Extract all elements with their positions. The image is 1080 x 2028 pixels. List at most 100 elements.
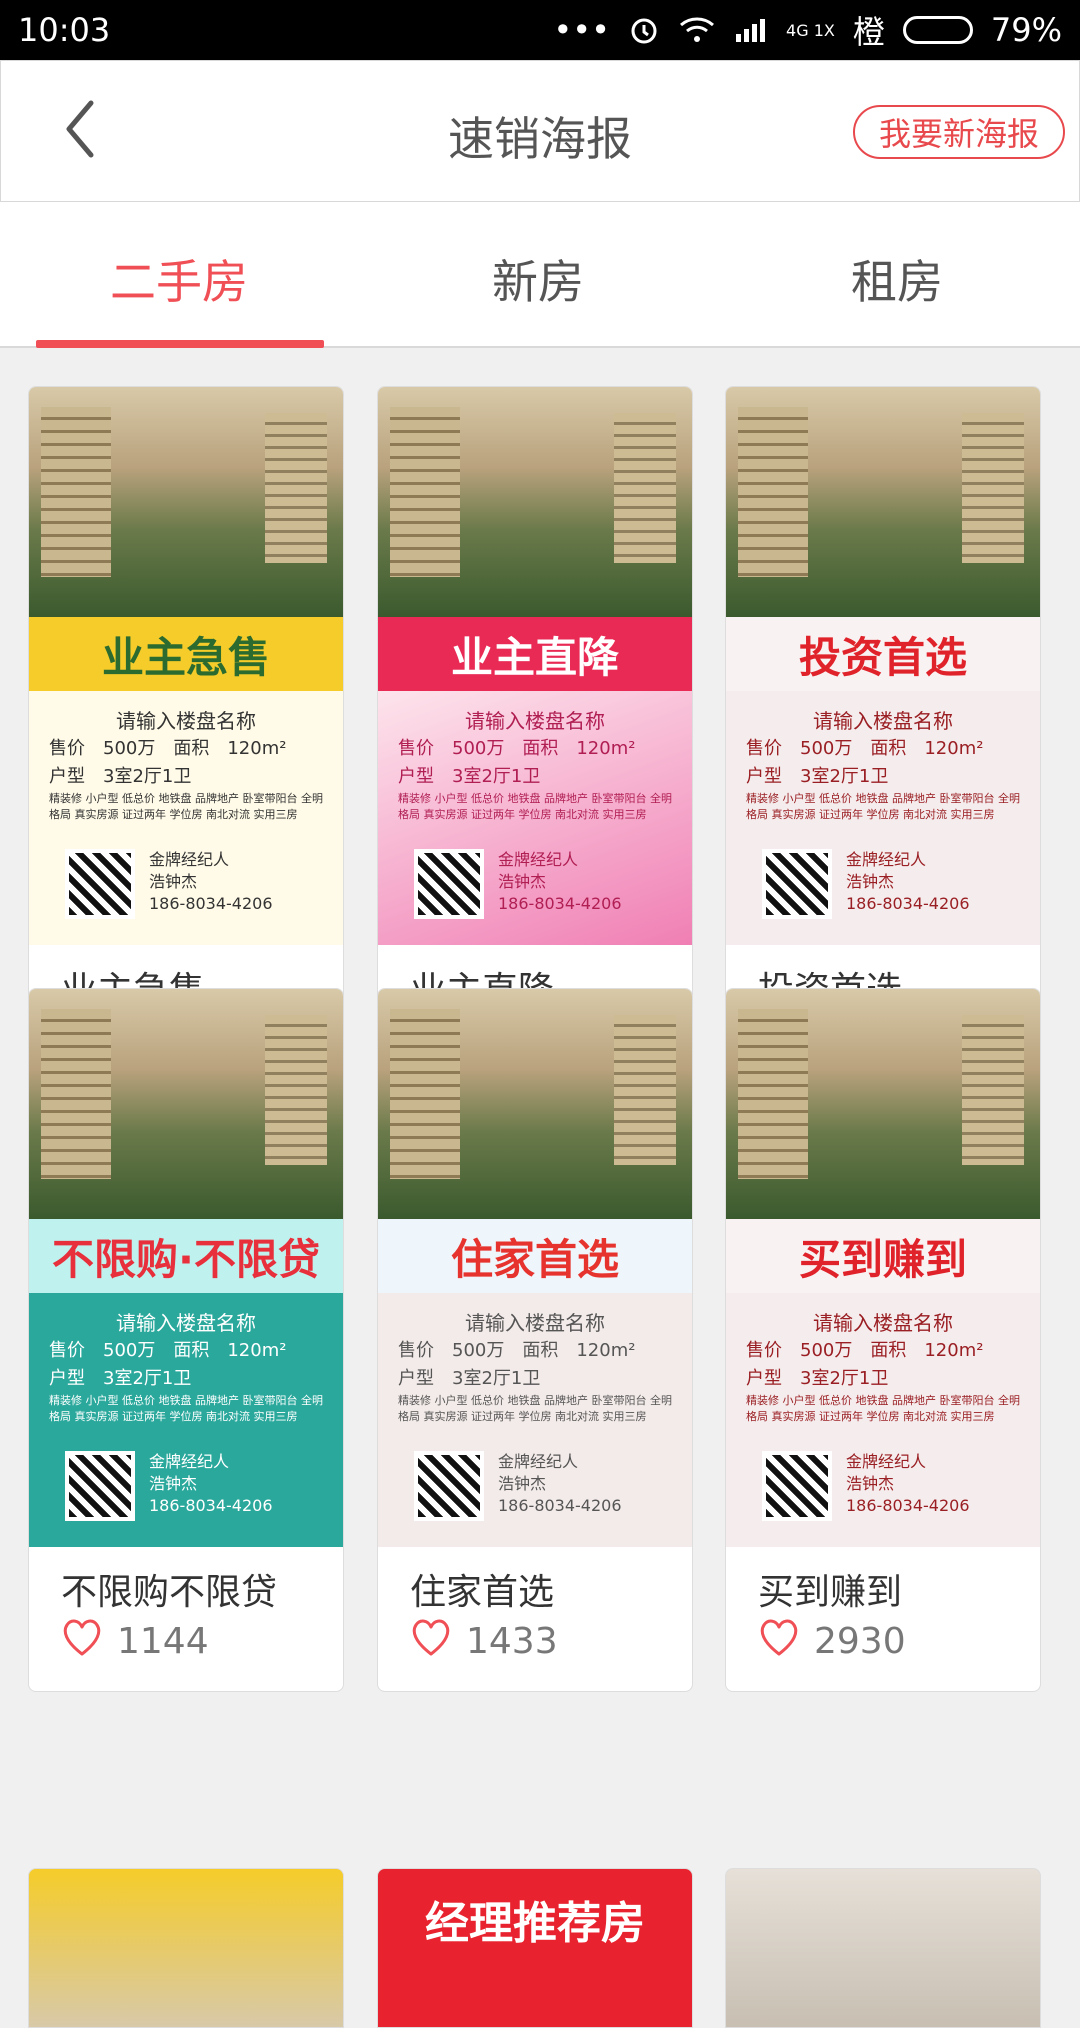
price-value: 500万 [103, 738, 156, 759]
battery-icon [902, 16, 973, 44]
signal-icon [734, 16, 768, 44]
agent-name: 浩钟杰 [498, 872, 547, 891]
agent-badge: 金牌经纪人 [498, 850, 579, 869]
agent-phone: 186-8034-4206 [498, 894, 622, 913]
layout-line: 户型 3室2厅1卫 [398, 763, 672, 791]
qr-code-icon [65, 849, 135, 919]
layout-label: 户型 [398, 766, 434, 787]
poster-banner: 住家首选 [378, 1219, 692, 1293]
poster-thumbnail: 业主急售 请输入楼盘名称 售价 500万 面积 120m² 户型 3室2厅1卫 精装修 小户型 … [29, 387, 343, 945]
price-value: 500万 [800, 738, 853, 759]
agent-name: 浩钟杰 [846, 872, 895, 891]
qr-code-icon [414, 849, 484, 919]
poster-info: 请输入楼盘名称 售价 500万 面积 120m² 户型 3室2厅1卫 精装修 小户型 低总价 … [378, 1293, 692, 1547]
area-value: 120m² [924, 1340, 984, 1361]
tab-rental[interactable]: 租房 [752, 246, 1042, 312]
agent-name: 浩钟杰 [498, 1474, 547, 1493]
heart-icon[interactable] [758, 1617, 800, 1666]
layout-line: 户型 3室2厅1卫 [398, 1365, 672, 1393]
tab-second-hand[interactable]: 二手房 [34, 246, 324, 312]
price-label: 售价 [746, 738, 782, 759]
qr-code-icon [762, 1451, 832, 1521]
poster-banner: 业主急售 [29, 617, 343, 691]
price-line: 售价 500万 面积 120m² [398, 1337, 672, 1365]
poster-card[interactable]: 不限购·不限贷 请输入楼盘名称 售价 500万 面积 120m² 户型 3室2厅1卫 精装修 小… [28, 988, 344, 1692]
poster-title: 买到赚到 [758, 1572, 903, 1613]
agent-phone: 186-8034-4206 [846, 894, 970, 913]
qr-code-icon [414, 1451, 484, 1521]
layout-line: 户型 3室2厅1卫 [49, 1365, 323, 1393]
poster-card-partial[interactable]: 经理推荐房 [377, 1868, 693, 2028]
network-type: 4G 1X [786, 20, 835, 40]
battery-percent: 79% [990, 11, 1062, 49]
nav-bar: 速销海报 我要新海报 [0, 60, 1080, 202]
area-value: 120m² [227, 1340, 287, 1361]
poster-features: 精装修 小户型 低总价 地铁盘 品牌地产 卧室带阳台 全明格局 真实房源 证过两… [746, 792, 1020, 821]
poster-banner: 不限购·不限贷 [29, 1219, 343, 1293]
agent-phone: 186-8034-4206 [149, 894, 273, 913]
building-photo [726, 989, 1040, 1219]
poster-banner: 投资首选 [726, 617, 1040, 691]
new-poster-button[interactable]: 我要新海报 [853, 105, 1065, 159]
poster-features: 精装修 小户型 低总价 地铁盘 品牌地产 卧室带阳台 全明格局 真实房源 证过两… [49, 1394, 323, 1423]
like-count[interactable]: 1433 [410, 1617, 558, 1666]
poster-card[interactable]: 住家首选 请输入楼盘名称 售价 500万 面积 120m² 户型 3室2厅1卫 精装修 小户型 … [377, 988, 693, 1692]
poster-banner: 经理推荐房 [425, 1898, 645, 1949]
poster-features: 精装修 小户型 低总价 地铁盘 品牌地产 卧室带阳台 全明格局 真实房源 证过两… [398, 1394, 672, 1423]
poster-card-partial[interactable] [725, 1868, 1041, 2028]
poster-card-partial[interactable] [28, 1868, 344, 2028]
poster-card[interactable]: 业主直降 请输入楼盘名称 售价 500万 面积 120m² 户型 3室2厅1卫 精装修 小户型 … [377, 386, 693, 1090]
heart-icon[interactable] [61, 1617, 103, 1666]
poster-title: 不限购不限贷 [61, 1572, 278, 1613]
agent-name: 浩钟杰 [149, 872, 198, 891]
like-count[interactable]: 1144 [61, 1617, 209, 1666]
agent-badge: 金牌经纪人 [498, 1452, 579, 1471]
qr-code-icon [65, 1451, 135, 1521]
building-photo [29, 989, 343, 1219]
agent-phone: 186-8034-4206 [846, 1496, 970, 1515]
layout-line: 户型 3室2厅1卫 [49, 763, 323, 791]
poster-features: 精装修 小户型 低总价 地铁盘 品牌地产 卧室带阳台 全明格局 真实房源 证过两… [746, 1394, 1020, 1423]
heart-icon[interactable] [410, 1617, 452, 1666]
agent-badge: 金牌经纪人 [149, 850, 230, 869]
wifi-icon [678, 15, 716, 45]
agent-name: 浩钟杰 [846, 1474, 895, 1493]
price-label: 售价 [49, 738, 85, 759]
poster-info: 请输入楼盘名称 售价 500万 面积 120m² 户型 3室2厅1卫 精装修 小户型 低总价 … [378, 691, 692, 945]
poster-contact: 金牌经纪人 浩钟杰 186-8034-4206 [846, 849, 970, 915]
like-count-value: 2930 [814, 1621, 906, 1662]
layout-label: 户型 [746, 1368, 782, 1389]
poster-title: 住家首选 [410, 1572, 555, 1613]
area-label: 面积 [870, 1340, 907, 1361]
tab-new-house[interactable]: 新房 [393, 246, 683, 312]
poster-info: 请输入楼盘名称 售价 500万 面积 120m² 户型 3室2厅1卫 精装修 小户型 低总价 … [29, 1293, 343, 1547]
poster-features: 精装修 小户型 低总价 地铁盘 品牌地产 卧室带阳台 全明格局 真实房源 证过两… [49, 792, 323, 821]
poster-card[interactable]: 业主急售 请输入楼盘名称 售价 500万 面积 120m² 户型 3室2厅1卫 精装修 小户型 … [28, 386, 344, 1090]
poster-project-name: 请输入楼盘名称 [813, 1311, 953, 1335]
price-line: 售价 500万 面积 120m² [746, 735, 1020, 763]
poster-project-name: 请输入楼盘名称 [813, 709, 953, 733]
carrier: 橙 [852, 13, 885, 51]
like-count[interactable]: 2930 [758, 1617, 906, 1666]
area-label: 面积 [173, 1340, 210, 1361]
area-label: 面积 [522, 1340, 559, 1361]
price-line: 售价 500万 面积 120m² [746, 1337, 1020, 1365]
poster-contact: 金牌经纪人 浩钟杰 186-8034-4206 [846, 1451, 970, 1517]
price-label: 售价 [398, 1340, 434, 1361]
poster-info: 请输入楼盘名称 售价 500万 面积 120m² 户型 3室2厅1卫 精装修 小户型 低总价 … [726, 1293, 1040, 1547]
poster-banner: 业主直降 [378, 617, 692, 691]
poster-card[interactable]: 投资首选 请输入楼盘名称 售价 500万 面积 120m² 户型 3室2厅1卫 精装修 小户型 … [725, 386, 1041, 1090]
poster-thumbnail: 买到赚到 请输入楼盘名称 售价 500万 面积 120m² 户型 3室2厅1卫 精装修 小户型 … [726, 989, 1040, 1547]
building-photo [378, 387, 692, 617]
poster-info: 请输入楼盘名称 售价 500万 面积 120m² 户型 3室2厅1卫 精装修 小户型 低总价 … [29, 691, 343, 945]
poster-banner: 买到赚到 [726, 1219, 1040, 1293]
poster-project-name: 请输入楼盘名称 [116, 709, 256, 733]
layout-label: 户型 [746, 766, 782, 787]
status-time: 10:03 [18, 11, 111, 49]
layout-line: 户型 3室2厅1卫 [746, 763, 1020, 791]
poster-project-name: 请输入楼盘名称 [465, 1311, 605, 1335]
poster-thumbnail: 投资首选 请输入楼盘名称 售价 500万 面积 120m² 户型 3室2厅1卫 精装修 小户型 … [726, 387, 1040, 945]
agent-name: 浩钟杰 [149, 1474, 198, 1493]
poster-card[interactable]: 买到赚到 请输入楼盘名称 售价 500万 面积 120m² 户型 3室2厅1卫 精装修 小户型 … [725, 988, 1041, 1692]
layout-value: 3室2厅1卫 [103, 1368, 192, 1389]
